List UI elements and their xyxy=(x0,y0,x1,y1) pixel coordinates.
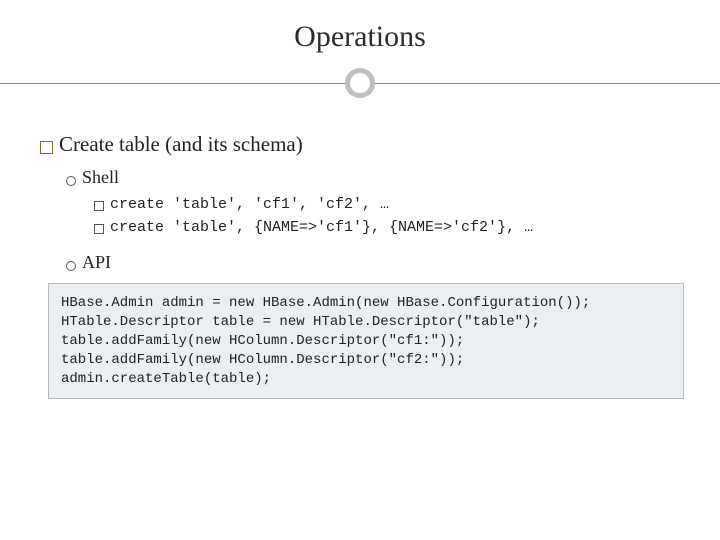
title-block: Operations xyxy=(36,20,684,98)
square-bullet-small-icon xyxy=(94,201,104,211)
shell-label: Shell xyxy=(82,167,119,188)
square-bullet-small-icon xyxy=(94,224,104,234)
shell-line-2: create 'table', {NAME=>'cf1'}, {NAME=>'c… xyxy=(110,219,533,236)
bullet-level-3: create 'table', 'cf1', 'cf2', … xyxy=(94,196,684,213)
bullet-level-1: Create table (and its schema) xyxy=(40,132,684,157)
shell-line-1: create 'table', 'cf1', 'cf2', … xyxy=(110,196,389,213)
slide: Operations Create table (and its schema)… xyxy=(0,0,720,540)
bullet-level-2: Shell xyxy=(66,167,684,188)
slide-title: Operations xyxy=(36,20,684,68)
section-heading: Create table (and its schema) xyxy=(59,132,303,157)
bullet-level-3: create 'table', {NAME=>'cf1'}, {NAME=>'c… xyxy=(94,219,684,236)
content: Create table (and its schema) Shell crea… xyxy=(36,132,684,399)
api-label: API xyxy=(82,252,111,273)
square-bullet-icon xyxy=(40,141,53,154)
spacer xyxy=(40,242,684,252)
title-rule xyxy=(36,68,684,98)
open-circle-bullet-icon xyxy=(66,261,76,271)
title-circle-icon xyxy=(345,68,375,98)
bullet-level-2: API xyxy=(66,252,684,273)
open-circle-bullet-icon xyxy=(66,176,76,186)
code-block: HBase.Admin admin = new HBase.Admin(new … xyxy=(48,283,684,399)
